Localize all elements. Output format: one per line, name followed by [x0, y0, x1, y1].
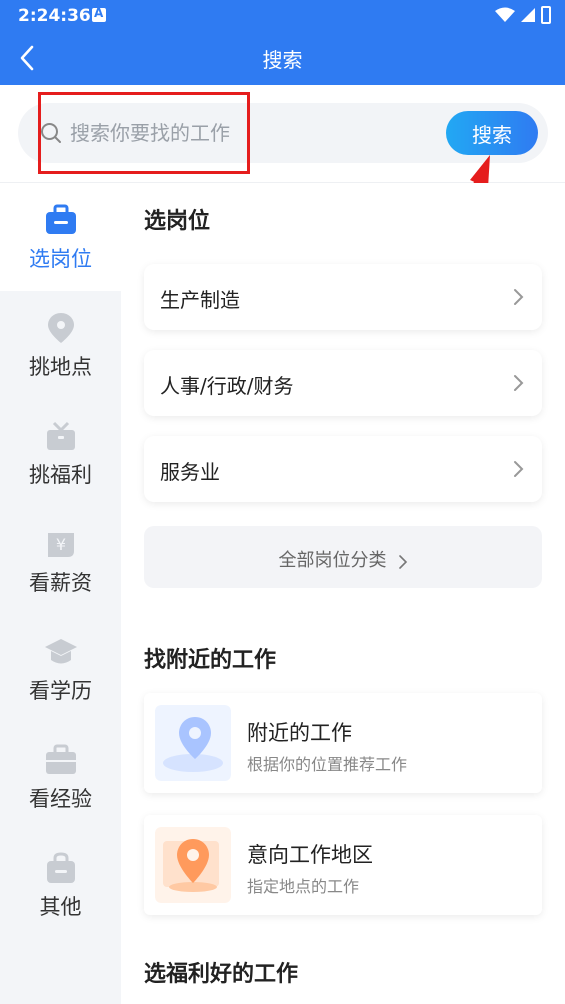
- signal-icon: [521, 8, 535, 22]
- sidebar-item-positions[interactable]: 选岗位: [0, 183, 121, 291]
- category-sidebar: 选岗位 挑地点 挑福利 ¥ 看薪资 看学历 看经验 其他: [0, 183, 121, 1004]
- category-label: 服务业: [160, 460, 220, 484]
- top-bar: 2:24:36 搜索: [0, 0, 565, 85]
- status-bar: 2:24:36: [0, 0, 565, 32]
- map-marker-icon: [155, 827, 231, 903]
- sidebar-item-label: 挑地点: [29, 355, 92, 379]
- location-pin-icon: [48, 313, 74, 343]
- sidebar-item-salary[interactable]: ¥ 看薪资: [0, 507, 121, 615]
- nearby-subtitle: 指定地点的工作: [247, 877, 360, 896]
- section-title-positions: 选岗位: [144, 209, 211, 234]
- nearby-subtitle: 根据你的位置推荐工作: [247, 755, 408, 774]
- graduation-cap-icon: [45, 639, 77, 664]
- category-card[interactable]: 人事/行政/财务: [144, 350, 542, 416]
- chevron-right-icon: [514, 289, 524, 305]
- category-card[interactable]: 服务业: [144, 436, 542, 502]
- main-content: 选岗位 生产制造 人事/行政/财务 服务业 全部岗位分类 找附近的工作 附近的工…: [121, 183, 565, 1004]
- status-icons: [495, 5, 551, 25]
- chevron-right-icon: [514, 375, 524, 391]
- category-label: 生产制造: [160, 288, 240, 312]
- sidebar-item-benefits[interactable]: 挑福利: [0, 399, 121, 507]
- search-button[interactable]: 搜索: [446, 111, 538, 155]
- sidebar-item-education[interactable]: 看学历: [0, 615, 121, 723]
- wifi-icon: [495, 7, 515, 22]
- highlight-box: [38, 92, 250, 174]
- section-title-benefits: 选福利好的工作: [144, 962, 299, 987]
- sidebar-item-experience[interactable]: 看经验: [0, 723, 121, 831]
- toolbox-icon: [46, 744, 76, 774]
- sidebar-item-location[interactable]: 挑地点: [0, 291, 121, 399]
- nearby-jobs-card[interactable]: 附近的工作 根据你的位置推荐工作: [144, 693, 542, 793]
- section-title-nearby: 找附近的工作: [144, 648, 277, 673]
- nearby-title: 意向工作地区: [247, 843, 373, 867]
- page-title: 搜索: [262, 48, 303, 72]
- nav-bar: 搜索: [0, 32, 565, 85]
- sidebar-item-label: 看学历: [29, 679, 92, 703]
- all-categories-label: 全部岗位分类: [278, 550, 387, 571]
- yen-icon: ¥: [48, 533, 74, 557]
- chevron-right-icon: [398, 554, 407, 569]
- gift-icon: [47, 421, 75, 450]
- battery-icon: [541, 6, 551, 24]
- sidebar-item-label: 其他: [39, 895, 82, 919]
- briefcase-icon: [46, 204, 76, 234]
- category-label: 人事/行政/财务: [160, 374, 294, 398]
- sidebar-item-other[interactable]: 其他: [0, 831, 121, 939]
- nearby-title: 附近的工作: [247, 721, 352, 745]
- svg-text:¥: ¥: [56, 535, 66, 554]
- chevron-right-icon: [514, 461, 524, 477]
- sidebar-item-label: 看薪资: [29, 571, 92, 595]
- sidebar-item-label: 看经验: [29, 787, 92, 811]
- notification-icon: [92, 6, 106, 22]
- bag-icon: [47, 852, 75, 883]
- category-card[interactable]: 生产制造: [144, 264, 542, 330]
- status-time: 2:24:36: [18, 6, 91, 26]
- preferred-area-card[interactable]: 意向工作地区 指定地点的工作: [144, 815, 542, 915]
- map-location-icon: [155, 705, 231, 781]
- sidebar-item-label: 挑福利: [29, 463, 92, 487]
- all-categories-button[interactable]: 全部岗位分类: [144, 526, 542, 588]
- sidebar-item-label: 选岗位: [29, 247, 92, 271]
